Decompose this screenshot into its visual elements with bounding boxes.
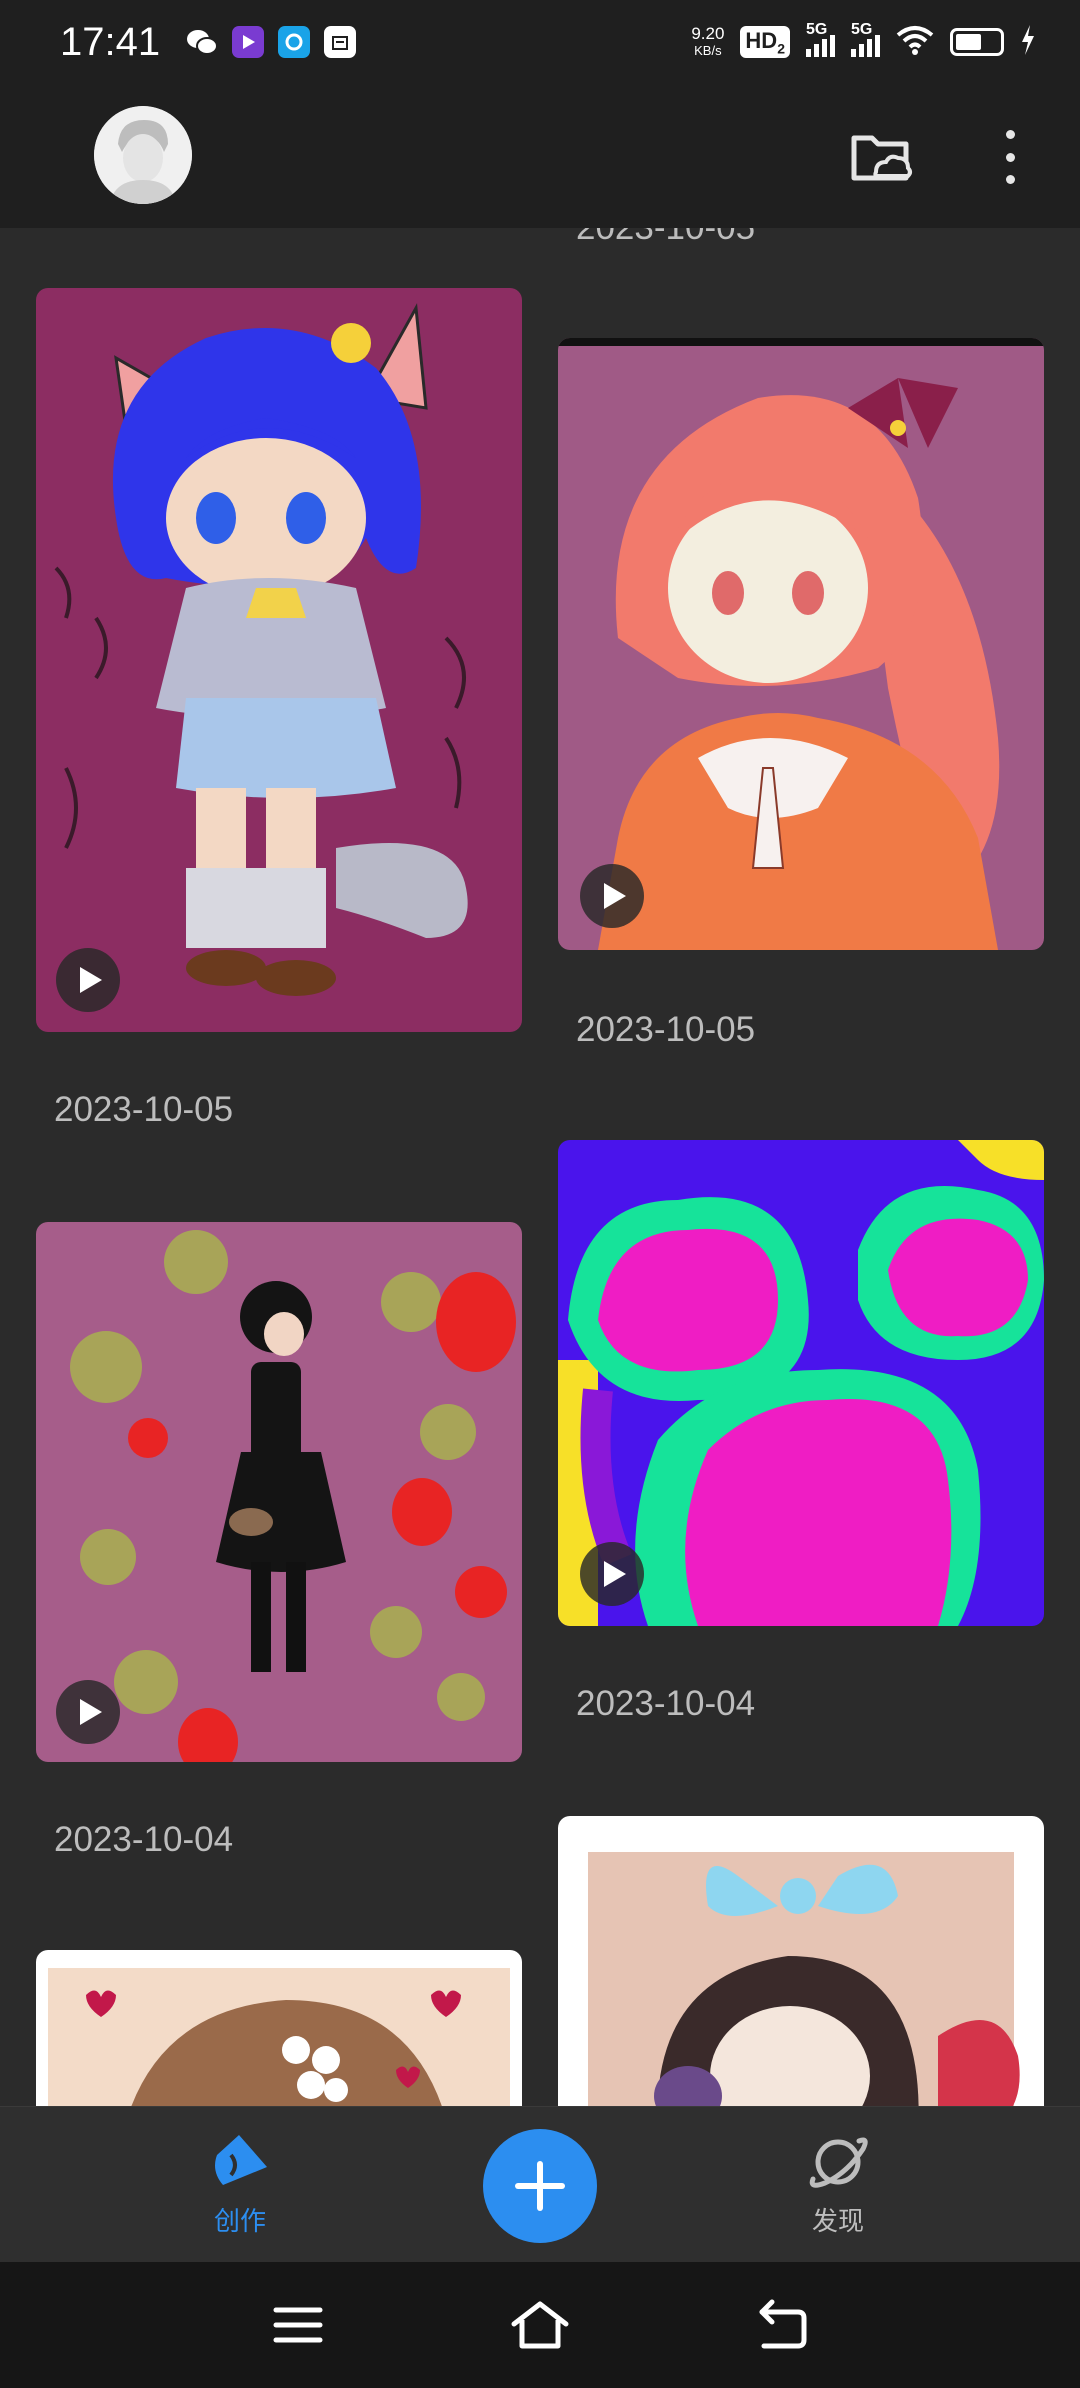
date-label: 2023-10-05 xyxy=(576,1010,756,1049)
planet-icon xyxy=(809,2137,868,2188)
app-header xyxy=(0,84,1080,228)
notification-icons xyxy=(186,26,357,58)
sim1-label: 5G xyxy=(806,21,828,38)
date-label: 2023-10-04 xyxy=(54,1820,234,1859)
play-video-button[interactable] xyxy=(56,1680,120,1744)
status-bar: 17:41 9.20 KB/s HD2 5G 5G xyxy=(0,0,1080,84)
create-brush-icon xyxy=(215,2135,267,2185)
sim2-label: 5G xyxy=(851,21,873,38)
play-video-button[interactable] xyxy=(580,864,644,928)
cloud-folder-icon[interactable] xyxy=(848,124,914,190)
bottom-navigation: 创作 发现 xyxy=(0,2106,1080,2262)
calendar-app-icon xyxy=(324,26,357,58)
battery-level xyxy=(956,34,982,50)
more-vertical-icon[interactable] xyxy=(992,124,1028,190)
menu-icon[interactable] xyxy=(268,2298,328,2352)
network-speed: 9.20 KB/s xyxy=(691,25,724,59)
battery-icon xyxy=(950,28,1004,56)
hd-badge-sub: 2 xyxy=(777,40,785,57)
network-speed-value: 9.20 xyxy=(691,24,725,43)
charging-icon xyxy=(1020,24,1036,60)
artwork-flower-girl[interactable] xyxy=(36,1950,522,2106)
date-label: 2023-10-05 xyxy=(54,1090,234,1129)
artwork-bow-girl[interactable] xyxy=(558,1816,1044,2106)
add-artwork-button[interactable] xyxy=(483,2129,597,2243)
hd-badge-text: HD xyxy=(745,27,778,53)
signal-sim1-icon: 5G xyxy=(806,21,835,57)
artwork-black-dress-girl[interactable] xyxy=(36,1222,522,1762)
artwork-abstract-paw[interactable] xyxy=(558,1140,1044,1626)
status-indicators: 9.20 KB/s HD2 5G 5G xyxy=(691,21,1036,60)
user-avatar-icon[interactable] xyxy=(94,106,192,204)
play-video-button[interactable] xyxy=(56,948,120,1012)
back-icon[interactable] xyxy=(752,2298,812,2352)
system-navigation-bar xyxy=(0,2262,1080,2388)
artwork-blue-cat-girl[interactable] xyxy=(36,288,522,1032)
tab-create[interactable]: 创作 xyxy=(170,2131,310,2238)
signal-sim2-icon: 5G xyxy=(851,21,880,57)
browser-app-icon xyxy=(278,26,311,58)
plus-icon xyxy=(515,2161,565,2211)
hd-badge: HD2 xyxy=(740,25,790,59)
play-video-button[interactable] xyxy=(580,1542,644,1606)
network-speed-unit: KB/s xyxy=(694,43,722,58)
status-time: 17:41 xyxy=(60,19,161,64)
date-label: 2023-10-05 xyxy=(576,228,755,248)
artwork-red-ponytail-girl[interactable] xyxy=(558,338,1044,950)
date-label: 2023-10-04 xyxy=(576,1684,756,1723)
artwork-feed: 2023-10-05 2023-10-05 2023-10-04 2023-10… xyxy=(0,228,1080,2106)
tab-discover[interactable]: 发现 xyxy=(768,2131,908,2238)
video-app-icon xyxy=(232,26,265,58)
tab-discover-label: 发现 xyxy=(811,2206,864,2236)
wifi-icon xyxy=(896,25,934,60)
home-icon[interactable] xyxy=(510,2298,570,2352)
tab-create-label: 创作 xyxy=(213,2206,266,2236)
wechat-icon xyxy=(186,26,219,58)
